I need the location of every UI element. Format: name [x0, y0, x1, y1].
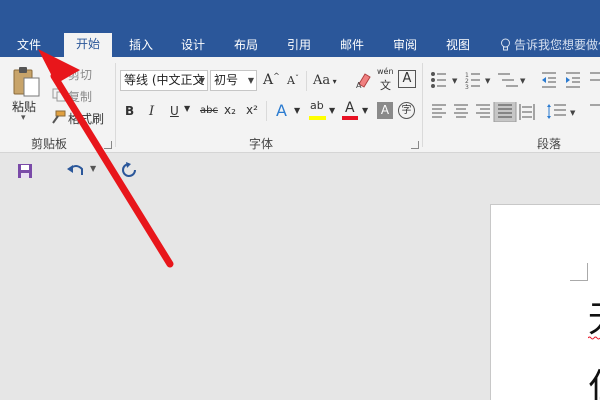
document-text-line-2[interactable]: 仁 — [588, 358, 600, 400]
highlight-color-swatch — [309, 116, 326, 120]
format-painter-icon — [52, 110, 66, 124]
copy-button[interactable]: 复制 — [68, 88, 92, 105]
align-left-icon — [432, 104, 446, 118]
tab-mailings[interactable]: 邮件 — [331, 36, 373, 57]
align-right-icon — [476, 104, 490, 118]
lightbulb-icon — [501, 38, 510, 51]
align-center-icon — [454, 104, 468, 118]
font-group-label: 字体 — [249, 137, 274, 151]
line-spacing-icon — [547, 104, 566, 119]
font-name-value: 等线 (中文正文 — [124, 73, 205, 87]
svg-text:3: 3 — [465, 84, 469, 90]
svg-text:▼: ▼ — [520, 77, 526, 85]
shrink-font-button[interactable]: Aˇ — [287, 74, 299, 87]
font-name-select[interactable]: 等线 (中文正文 ▼ — [120, 70, 208, 91]
distributed-icon — [519, 104, 535, 120]
spelling-squiggle — [588, 336, 600, 340]
ribbon-tab-bar: 文件 开始 插入 设计 布局 引用 邮件 审阅 视图 告诉我您想要做什 — [0, 0, 600, 57]
cut-button[interactable]: 剪切 — [68, 66, 92, 83]
tab-references[interactable]: 引用 — [278, 36, 320, 57]
svg-text:▼: ▼ — [485, 77, 491, 85]
alignment-buttons-row: ▼ — [432, 102, 600, 122]
save-icon[interactable] — [17, 163, 33, 179]
clear-formatting-icon[interactable]: A — [355, 71, 373, 89]
font-color-swatch — [342, 116, 358, 120]
character-shading-button[interactable]: A — [377, 102, 393, 119]
numbering-icon: 123 — [465, 72, 480, 90]
ribbon-home: 粘贴 ▾ 剪切 复制 格式刷 剪贴板 等线 (中文正文 ▼ 初号 ▼ A^ Aˇ A… — [0, 57, 600, 153]
redo-icon[interactable] — [121, 162, 137, 178]
group-separator — [115, 63, 116, 147]
document-text-line-1[interactable]: 无 — [588, 290, 600, 342]
grow-font-icon: A — [263, 72, 274, 88]
bullets-icon — [431, 72, 446, 88]
format-painter-button[interactable]: 格式刷 — [68, 110, 104, 127]
tab-view[interactable]: 视图 — [437, 36, 479, 57]
font-size-select[interactable]: 初号 ▼ — [210, 70, 257, 91]
clipboard-group-label: 剪贴板 — [31, 137, 68, 151]
paragraph-group-label: 段落 — [537, 137, 562, 151]
undo-dropdown-icon[interactable]: ▼ — [90, 164, 96, 173]
list-buttons-row: ▼ 123 ▼ ▼ — [431, 72, 600, 90]
document-page[interactable] — [490, 204, 600, 400]
svg-text:A: A — [356, 81, 362, 89]
tab-insert[interactable]: 插入 — [120, 36, 162, 57]
tab-home[interactable]: 开始 — [64, 33, 112, 57]
underline-button[interactable]: U — [170, 104, 179, 118]
quick-access-toolbar: ▼ — [0, 153, 600, 189]
group-separator — [422, 63, 423, 147]
subscript-button[interactable]: x₂ — [224, 103, 236, 117]
strikethrough-button[interactable]: abc — [200, 105, 218, 116]
tab-design[interactable]: 设计 — [172, 36, 214, 57]
highlight-button[interactable]: ab — [310, 99, 324, 112]
font-size-value: 初号 — [214, 73, 239, 87]
tell-me-text: 告诉我您想要做什 — [514, 38, 600, 52]
font-color-dropdown-icon[interactable]: ▼ — [362, 106, 368, 115]
underline-dropdown-icon[interactable]: ▼ — [184, 104, 190, 113]
tab-review[interactable]: 审阅 — [384, 36, 426, 57]
svg-text:▼: ▼ — [452, 77, 458, 85]
copy-icon — [52, 88, 66, 102]
paste-icon[interactable] — [12, 66, 42, 98]
text-effects-button[interactable]: A — [276, 101, 287, 120]
divider — [306, 71, 307, 91]
decrease-indent-icon — [542, 72, 556, 88]
font-color-button[interactable]: A — [345, 100, 355, 116]
svg-text:▼: ▼ — [570, 109, 576, 117]
phonetic-guide-bottom[interactable]: 文 — [380, 77, 391, 93]
shrink-font-icon: A — [287, 74, 295, 87]
scissors-icon — [53, 66, 65, 80]
change-case-icon: Aa — [313, 73, 331, 88]
superscript-button[interactable]: x² — [246, 103, 258, 117]
tell-me-box[interactable]: 告诉我您想要做什 — [500, 36, 600, 53]
text-effects-dropdown-icon[interactable]: ▼ — [294, 106, 300, 115]
undo-icon[interactable] — [66, 163, 84, 177]
italic-button[interactable]: I — [149, 104, 154, 119]
margin-corner-mark — [570, 263, 588, 281]
enclose-characters-button[interactable]: 字 — [398, 102, 415, 119]
highlight-dropdown-icon[interactable]: ▼ — [329, 106, 335, 115]
tab-file[interactable]: 文件 — [8, 36, 50, 57]
phonetic-guide-top[interactable]: wén — [377, 67, 394, 76]
tab-layout[interactable]: 布局 — [225, 36, 267, 57]
font-dialog-launcher-icon[interactable] — [411, 141, 419, 149]
paste-dropdown-icon[interactable]: ▾ — [21, 113, 26, 123]
clipboard-dialog-launcher-icon[interactable] — [104, 141, 112, 149]
grow-font-button[interactable]: A^ — [263, 72, 280, 88]
change-case-button[interactable]: Aa ▾ — [313, 73, 337, 88]
multilevel-list-icon — [498, 73, 518, 87]
divider — [266, 101, 267, 121]
bold-button[interactable]: B — [125, 104, 134, 118]
increase-indent-icon — [566, 72, 580, 88]
character-border-button[interactable]: A — [398, 70, 416, 88]
